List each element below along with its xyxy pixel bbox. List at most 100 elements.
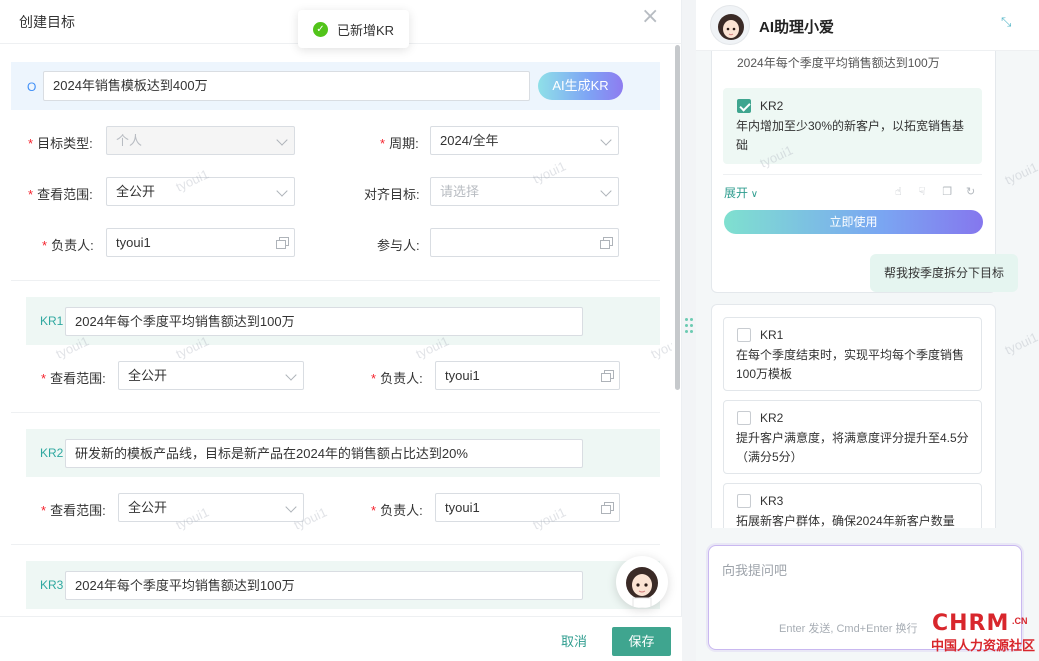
collapse-icon[interactable]: ⤡	[1001, 16, 1015, 30]
participant-label: 参与人:	[377, 238, 420, 253]
ai-assistant-avatar-button[interactable]	[616, 556, 668, 608]
kr-checkbox[interactable]	[737, 328, 751, 342]
kr-row: KR3 2024年每个季度平均销售额达到100万	[26, 561, 660, 609]
chevron-down-icon: ∨	[748, 189, 759, 200]
scope-select[interactable]: 全公开	[106, 177, 295, 206]
kr-name: KR2	[760, 99, 784, 113]
period-label: * 周期:	[380, 136, 419, 151]
kr-suggestion[interactable]: KR2 提升客户满意度，将满意度评分提升至4.5分（满分5分）	[723, 400, 982, 474]
create-objective-dialog: 创建目标 × ✓ 已新增KR O 2024年销售模板达到400万 AI生成KR …	[0, 0, 682, 661]
kr-input[interactable]: 研发新的模板产品线，目标是新产品在2024年的销售额占比达到20%	[65, 439, 583, 468]
drag-handle-icon[interactable]	[685, 318, 693, 338]
select-user-icon[interactable]	[601, 502, 614, 514]
use-now-button[interactable]: 立即使用	[724, 210, 983, 234]
kr-checkbox[interactable]	[737, 494, 751, 508]
type-select[interactable]: 个人	[106, 126, 295, 155]
thumbs-down-icon[interactable]: ☟	[919, 186, 930, 197]
kr-owner-field[interactable]: tyoui1	[435, 361, 620, 390]
watermark: tyoui1	[1002, 159, 1039, 188]
logo-brand: CHRM	[932, 611, 1010, 636]
success-toast: ✓ 已新增KR	[298, 10, 409, 48]
kr-name: KR2	[760, 411, 784, 425]
objective-input[interactable]: 2024年销售模板达到400万	[43, 71, 530, 101]
kr-suggestion[interactable]: KR1 在每个季度结束时，实现平均每个季度销售100万模板	[723, 317, 982, 391]
expand-button[interactable]: 展开 ∨	[724, 184, 758, 201]
kr-owner-label: * 负责人:	[371, 503, 423, 518]
kr-owner-label: * 负责人:	[371, 371, 423, 386]
kr-owner-field[interactable]: tyoui1	[435, 493, 620, 522]
owner-label: * 负责人:	[42, 238, 94, 253]
chat-input-hint: Enter 发送, Cmd+Enter 换行	[779, 623, 918, 635]
scope-label: * 查看范围:	[28, 187, 93, 202]
kr-text: 2024年每个季度平均销售额达到100万	[737, 56, 940, 70]
ai-assistant-panel: AI助理小爱 ⤡ 2024年每个季度平均销售额达到100万 KR2 年内增加至少…	[696, 0, 1039, 661]
kr-scope-select[interactable]: 全公开	[118, 361, 304, 390]
logo-suffix: .CN	[1012, 616, 1028, 626]
kr-scope-select[interactable]: 全公开	[118, 493, 304, 522]
kr-row: KR2 研发新的模板产品线，目标是新产品在2024年的销售额占比达到20%	[26, 429, 660, 477]
chevron-down-icon	[276, 134, 288, 146]
objective-tag: O	[27, 80, 37, 94]
dialog-footer: 取消 保存	[0, 616, 682, 661]
kr-text: 在每个季度结束时，实现平均每个季度销售100万模板	[736, 348, 965, 381]
chevron-down-icon	[285, 501, 297, 513]
select-user-icon[interactable]	[600, 237, 613, 249]
feedback-icons: ☝ ☟ ❐ ↻	[895, 186, 977, 198]
kr-tag: KR1	[40, 314, 64, 328]
cancel-button[interactable]: 取消	[561, 631, 587, 650]
save-button[interactable]: 保存	[612, 627, 671, 656]
kr-tag: KR2	[40, 446, 64, 460]
refresh-icon[interactable]: ↻	[966, 186, 977, 197]
toast-text: 已新增KR	[337, 22, 395, 38]
objective-row: O 2024年销售模板达到400万 AI生成KR	[11, 62, 660, 110]
divider	[723, 174, 982, 175]
ai-generate-kr-button[interactable]: AI生成KR	[538, 72, 623, 100]
chat-history: 2024年每个季度平均销售额达到100万 KR2 年内增加至少30%的新客户，以…	[696, 51, 1039, 528]
kr-scope-label: * 查看范围:	[41, 503, 106, 518]
kr-input[interactable]: 2024年每个季度平均销售额达到100万	[65, 307, 583, 336]
user-message: 帮我按季度拆分下目标	[870, 254, 1018, 292]
kr-row: KR1 2024年每个季度平均销售额达到100万	[26, 297, 660, 345]
scrollbar[interactable]	[675, 45, 680, 390]
kr-suggestion[interactable]: KR3 拓展新客户群体，确保2024年新客户数量	[723, 483, 982, 528]
kr-checkbox[interactable]	[737, 99, 751, 113]
select-user-icon[interactable]	[601, 370, 614, 382]
kr-name: KR3	[760, 494, 784, 508]
assistant-avatar	[710, 5, 750, 45]
kr-text: 拓展新客户群体，确保2024年新客户数量	[736, 514, 955, 528]
kr-text: 年内增加至少30%的新客户，以拓宽销售基础	[736, 119, 965, 152]
chrm-logo: CHRM .CN 中国人力资源社区	[930, 611, 1035, 653]
owner-field[interactable]: tyoui1	[106, 228, 295, 257]
chevron-down-icon	[285, 369, 297, 381]
chevron-down-icon	[600, 134, 612, 146]
logo-tagline: 中国人力资源社区	[931, 638, 1036, 653]
dialog-body: O 2024年销售模板达到400万 AI生成KR * 目标类型: 个人 * 周期: …	[0, 45, 672, 615]
panel-header: AI助理小爱 ⤡	[696, 0, 1039, 51]
copy-icon[interactable]: ❐	[942, 186, 953, 197]
thumbs-up-icon[interactable]: ☝	[895, 186, 906, 197]
divider	[11, 280, 660, 281]
kr-scope-label: * 查看范围:	[41, 371, 106, 386]
participant-field[interactable]	[430, 228, 619, 257]
ai-response-card: KR1 在每个季度结束时，实现平均每个季度销售100万模板 KR2 提升客户满意…	[711, 304, 996, 528]
select-user-icon[interactable]	[276, 237, 289, 249]
divider	[11, 412, 660, 413]
kr-suggestion[interactable]: KR2 年内增加至少30%的新客户，以拓宽销售基础	[723, 88, 982, 164]
kr-name: KR1	[760, 328, 784, 342]
kr-input[interactable]: 2024年每个季度平均销售额达到100万	[65, 571, 583, 600]
align-label: 对齐目标:	[364, 187, 420, 202]
chevron-down-icon	[276, 185, 288, 197]
check-circle-icon: ✓	[313, 21, 328, 37]
panel-title: AI助理小爱	[759, 19, 835, 36]
kr-tag: KR3	[40, 578, 64, 592]
kr-text: 提升客户满意度，将满意度评分提升至4.5分（满分5分）	[736, 431, 969, 464]
close-icon[interactable]: ×	[641, 6, 661, 28]
period-select[interactable]: 2024/全年	[430, 126, 619, 155]
watermark: tyoui1	[1002, 329, 1039, 358]
chevron-down-icon	[600, 185, 612, 197]
kr-checkbox[interactable]	[737, 411, 751, 425]
divider	[11, 544, 660, 545]
type-label: * 目标类型:	[28, 136, 93, 151]
align-select[interactable]: 请选择	[430, 177, 619, 206]
chat-input-placeholder: 向我提问吧	[722, 563, 788, 578]
